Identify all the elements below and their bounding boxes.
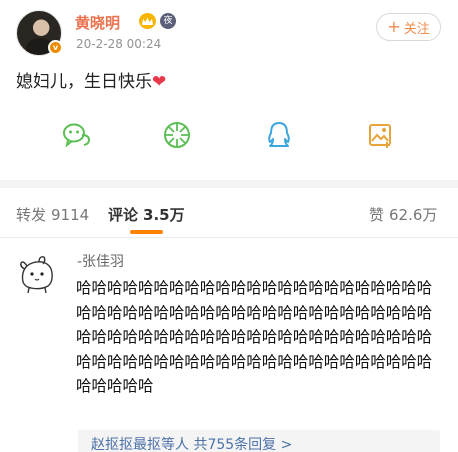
commenter-name[interactable]: -张佳羽: [77, 251, 124, 271]
tab-comments-label: 评论: [108, 206, 139, 224]
view-replies-link[interactable]: 赵抠抠最抠等人 共755条回复 >: [78, 430, 440, 452]
tab-comments[interactable]: 评论 3.5万: [108, 204, 185, 225]
interaction-tabs: 转发 9114 评论 3.5万 赞 62.6万: [0, 188, 458, 238]
moments-icon[interactable]: [162, 120, 192, 150]
tab-likes-count: 62.6万: [389, 206, 438, 224]
active-tab-indicator: [130, 230, 163, 234]
commenter-avatar[interactable]: [15, 252, 59, 296]
plus-icon: +: [387, 17, 401, 36]
follow-button[interactable]: + 关注: [376, 13, 441, 41]
qq-icon[interactable]: [264, 120, 294, 150]
post-text-content: 媳妇儿，生日快乐: [16, 72, 152, 92]
qzone-image-icon[interactable]: [366, 120, 396, 150]
heart-icon: ❤: [152, 72, 167, 92]
section-divider: [0, 180, 458, 188]
tab-likes-label: 赞: [369, 206, 385, 224]
share-row: [0, 112, 458, 156]
crown-badge-icon: [139, 13, 156, 29]
comment-text: 哈哈哈哈哈哈哈哈哈哈哈哈哈哈哈哈哈哈哈哈哈哈哈哈哈哈哈哈哈哈哈哈哈哈哈哈哈哈哈哈…: [76, 279, 433, 396]
post-username[interactable]: 黄晓明: [75, 12, 120, 33]
tab-likes[interactable]: 赞 62.6万: [369, 204, 437, 225]
post-text: 媳妇儿，生日快乐❤: [16, 67, 166, 92]
tab-reposts-label: 转发: [16, 206, 47, 224]
tab-comments-count: 3.5万: [143, 206, 185, 224]
post-header: v 黄晓明 夜 20-2-28 00:24 + 关注: [0, 0, 458, 58]
tab-reposts-count: 9114: [51, 206, 90, 224]
tab-reposts[interactable]: 转发 9114: [16, 204, 89, 225]
follow-label: 关注: [403, 21, 430, 37]
verified-badge-icon: v: [48, 40, 63, 55]
wechat-icon[interactable]: [62, 120, 92, 150]
post-timestamp: 20-2-28 00:24: [76, 37, 162, 51]
night-badge-icon: 夜: [160, 13, 176, 29]
